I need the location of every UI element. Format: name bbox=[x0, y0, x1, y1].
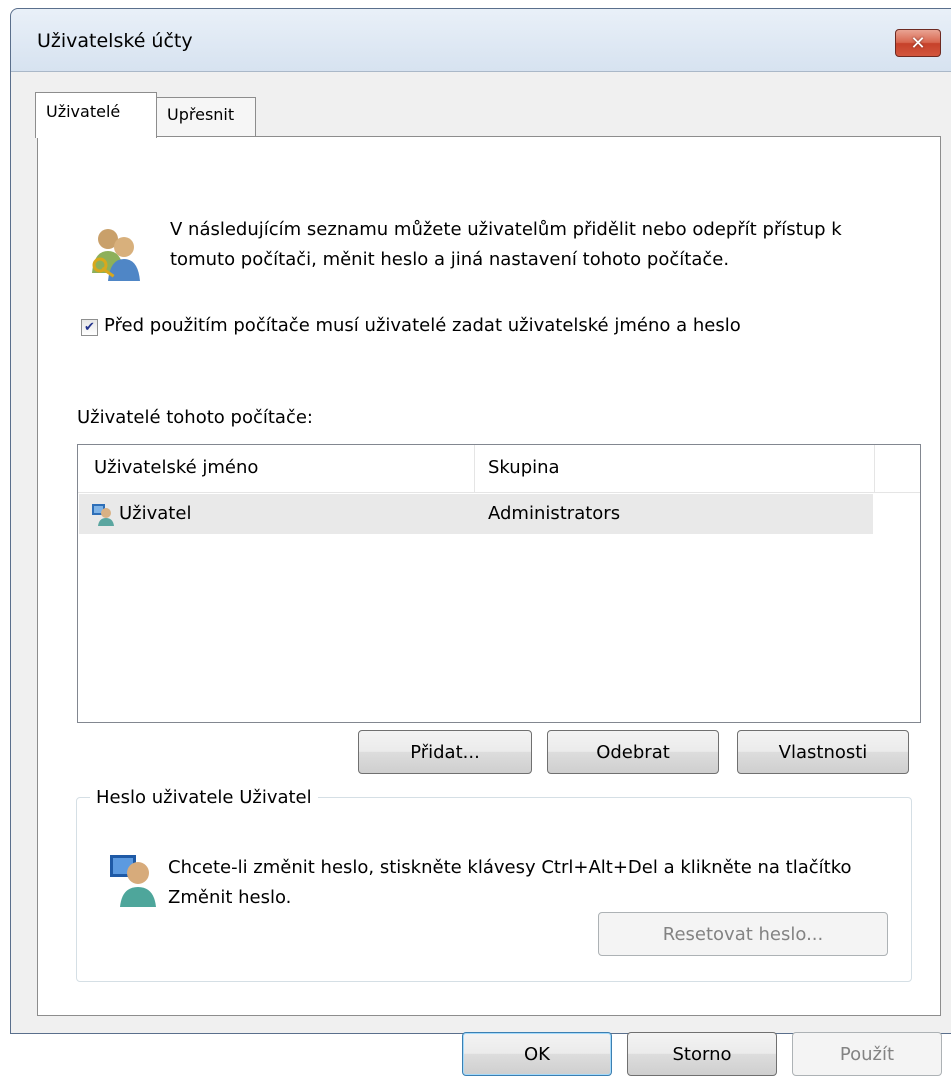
require-login-checkbox[interactable]: ✔ bbox=[81, 319, 98, 336]
column-header-username[interactable]: Uživatelské jméno bbox=[94, 457, 258, 478]
users-key-icon bbox=[92, 229, 140, 281]
list-header: Uživatelské jméno Skupina bbox=[78, 445, 920, 493]
add-user-button[interactable]: Přidat... bbox=[358, 730, 532, 774]
close-icon: ✕ bbox=[910, 32, 926, 54]
reset-password-button[interactable]: Resetovat heslo... bbox=[598, 912, 888, 956]
apply-button-label: Použít bbox=[839, 1043, 895, 1065]
cancel-button-label: Storno bbox=[672, 1043, 732, 1065]
window-title: Uživatelské účty bbox=[37, 30, 193, 52]
column-divider[interactable] bbox=[474, 445, 475, 492]
users-tab-panel: V následujícím seznamu můžete uživatelům… bbox=[37, 136, 941, 1016]
users-list-label: Uživatelé tohoto počítače: bbox=[77, 407, 313, 428]
column-divider[interactable] bbox=[874, 445, 875, 492]
apply-button[interactable]: Použít bbox=[792, 1032, 942, 1076]
user-monitor-icon bbox=[110, 855, 156, 907]
tab-users-label: Uživatelé bbox=[46, 102, 121, 121]
tab-advanced-label: Upřesnit bbox=[167, 105, 235, 124]
title-bar[interactable]: Uživatelské účty ✕ bbox=[11, 9, 951, 73]
properties-button[interactable]: Vlastnosti bbox=[737, 730, 909, 774]
dialog-client-area: Uživatelé Upřesnit V následujícím seznam… bbox=[11, 71, 951, 1076]
reset-password-button-label: Resetovat heslo... bbox=[662, 923, 824, 945]
users-list[interactable]: Uživatelské jméno Skupina Uživatel Admin… bbox=[77, 444, 921, 723]
password-group-legend: Heslo uživatele Uživatel bbox=[90, 787, 318, 808]
checkmark-icon: ✔ bbox=[84, 320, 95, 335]
user-group-cell: Administrators bbox=[488, 503, 621, 524]
properties-button-label: Vlastnosti bbox=[778, 741, 868, 763]
require-login-label[interactable]: Před použitím počítače musí uživatelé za… bbox=[104, 315, 741, 336]
user-account-icon bbox=[92, 504, 114, 526]
tab-users[interactable]: Uživatelé bbox=[35, 92, 157, 138]
table-row[interactable]: Uživatel Administrators bbox=[79, 494, 873, 534]
ok-button[interactable]: OK bbox=[462, 1032, 612, 1076]
description-text: V následujícím seznamu můžete uživatelům… bbox=[170, 219, 842, 270]
user-accounts-window: Uživatelské účty ✕ Uživatelé Upřesnit V … bbox=[10, 8, 951, 1076]
tab-advanced[interactable]: Upřesnit bbox=[156, 97, 256, 136]
password-change-text: Chcete-li změnit heslo, stiskněte kláves… bbox=[168, 857, 852, 908]
ok-button-label: OK bbox=[524, 1043, 550, 1065]
column-header-group[interactable]: Skupina bbox=[488, 457, 560, 478]
cancel-button[interactable]: Storno bbox=[627, 1032, 777, 1076]
user-name-cell: Uživatel bbox=[119, 503, 192, 524]
add-user-button-label: Přidat... bbox=[410, 741, 480, 763]
remove-user-button[interactable]: Odebrat bbox=[547, 730, 719, 774]
remove-user-button-label: Odebrat bbox=[596, 741, 670, 763]
close-button[interactable]: ✕ bbox=[895, 29, 941, 57]
